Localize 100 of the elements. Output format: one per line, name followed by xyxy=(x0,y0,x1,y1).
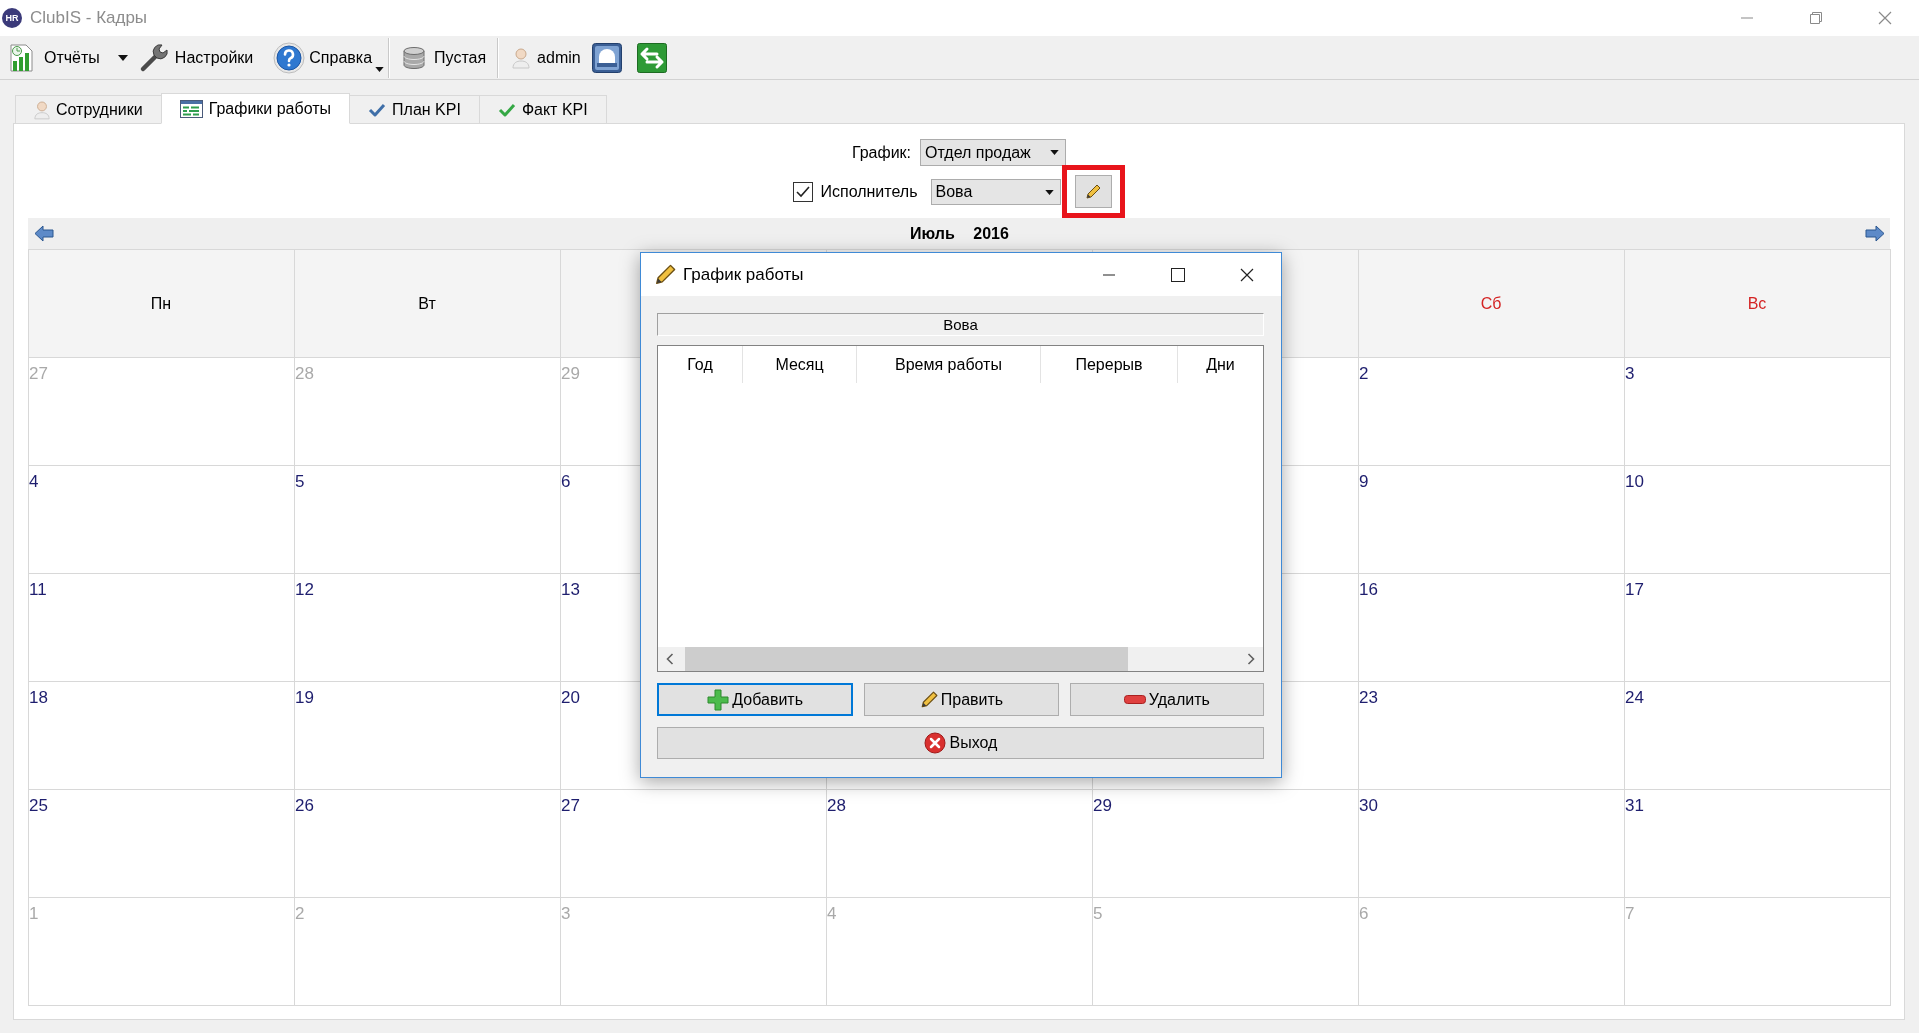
schedule-dropdown[interactable]: Отдел продаж xyxy=(920,139,1067,166)
pencil-icon xyxy=(1085,183,1101,200)
day-number: 3 xyxy=(561,904,571,924)
add-button[interactable]: Добавить xyxy=(657,683,854,716)
day-number: 7 xyxy=(1625,904,1635,924)
column-header[interactable]: Дни xyxy=(1178,346,1263,383)
exit-button[interactable] xyxy=(636,42,667,73)
dialog-title: График работы xyxy=(683,264,804,285)
day-number: 17 xyxy=(1625,580,1644,600)
weekday-label: Пн xyxy=(150,294,172,313)
day-number: 25 xyxy=(29,796,48,816)
close-icon xyxy=(1239,267,1254,282)
day-number: 2 xyxy=(295,904,305,924)
caret-icon xyxy=(1050,150,1060,155)
schedule-label: График: xyxy=(851,143,912,162)
restore-icon xyxy=(1809,12,1822,24)
column-header[interactable]: Перерыв xyxy=(1041,346,1178,383)
pencil-icon xyxy=(919,690,938,709)
app-logo: HR xyxy=(2,8,22,28)
user-name: admin xyxy=(537,48,581,67)
right-arrow-icon xyxy=(1865,225,1885,242)
day-number: 27 xyxy=(561,796,580,816)
checkbox[interactable] xyxy=(793,182,814,202)
settings-button[interactable]: Настройки xyxy=(138,38,254,77)
day-number: 16 xyxy=(1359,580,1378,600)
performer-label: Исполнитель xyxy=(820,183,918,201)
day-number: 29 xyxy=(561,364,580,384)
day-number: 10 xyxy=(1625,472,1644,492)
wrench-icon xyxy=(138,42,170,73)
day-number: 2 xyxy=(1359,364,1369,384)
swap-arrows-icon xyxy=(636,42,667,73)
edit-button[interactable] xyxy=(1074,175,1112,208)
next-month-button[interactable] xyxy=(1865,225,1885,242)
arch-icon xyxy=(591,42,622,73)
tab[interactable]: Факт KPI xyxy=(478,95,607,124)
database-button[interactable]: Пустая xyxy=(402,38,487,77)
check-icon xyxy=(368,102,387,117)
day-number: 24 xyxy=(1625,688,1644,708)
plus-icon xyxy=(707,688,730,711)
caret-icon xyxy=(1044,189,1054,195)
person-icon xyxy=(34,99,50,120)
month-title: Июль 2016 xyxy=(910,224,1009,243)
day-number: 29 xyxy=(1093,796,1112,816)
minimize-icon xyxy=(1102,273,1115,276)
tab[interactable]: Сотрудники xyxy=(15,95,162,124)
close-circle-icon xyxy=(923,732,946,754)
day-number: 5 xyxy=(1093,904,1103,924)
day-number: 23 xyxy=(1359,688,1378,708)
caret-icon xyxy=(117,54,128,61)
horizontal-scrollbar[interactable] xyxy=(658,647,1263,671)
day-number: 13 xyxy=(561,580,580,600)
day-number: 11 xyxy=(29,580,47,600)
bar-chart-icon xyxy=(9,43,35,72)
help-button[interactable]: Справка xyxy=(273,38,385,77)
scrollbar-thumb[interactable] xyxy=(685,647,1128,671)
minus-icon xyxy=(1123,695,1146,704)
day-number: 4 xyxy=(29,472,39,492)
column-header[interactable]: Время работы xyxy=(857,346,1041,383)
previous-month-button[interactable] xyxy=(34,225,54,242)
close-icon xyxy=(1877,11,1892,25)
column-header[interactable]: Месяц xyxy=(743,346,857,383)
edit-button[interactable]: Править xyxy=(864,683,1059,716)
day-number: 9 xyxy=(1359,472,1369,492)
day-number: 27 xyxy=(29,364,48,384)
day-number: 19 xyxy=(295,688,314,708)
day-number: 12 xyxy=(295,580,314,600)
reports-button[interactable]: Отчёты xyxy=(9,38,100,77)
day-number: 31 xyxy=(1625,796,1644,816)
day-number: 3 xyxy=(1625,364,1635,384)
column-header[interactable]: Год xyxy=(658,346,743,383)
user-icon xyxy=(512,46,531,69)
maximize-icon xyxy=(1170,267,1185,282)
chevron-right-icon xyxy=(1247,653,1255,665)
exit-button[interactable]: Выход xyxy=(657,727,1264,759)
pencil-icon xyxy=(654,263,676,286)
day-number: 6 xyxy=(561,472,571,492)
day-number: 4 xyxy=(827,904,837,924)
chevron-left-icon xyxy=(666,653,674,665)
caret-icon xyxy=(375,66,385,72)
weekday-label: Вт xyxy=(418,294,436,313)
day-number: 1 xyxy=(29,904,39,924)
check-icon xyxy=(497,102,516,117)
tab[interactable]: Графики работы xyxy=(160,93,351,124)
delete-button[interactable]: Удалить xyxy=(1069,683,1264,716)
day-number: 30 xyxy=(1359,796,1378,816)
weekday-label: Вс xyxy=(1747,294,1767,313)
lock-button[interactable] xyxy=(591,42,622,73)
schedule-icon xyxy=(179,99,203,118)
day-number: 28 xyxy=(827,796,846,816)
database-icon xyxy=(402,45,427,70)
day-number: 6 xyxy=(1359,904,1369,924)
help-icon xyxy=(273,41,306,74)
performer-dropdown[interactable]: Вова xyxy=(930,179,1061,205)
person-name-label: Вова xyxy=(657,313,1264,336)
day-number: 28 xyxy=(295,364,314,384)
day-number: 20 xyxy=(561,688,580,708)
left-arrow-icon xyxy=(34,225,54,242)
weekday-label: Сб xyxy=(1480,294,1502,313)
day-number: 18 xyxy=(29,688,48,708)
day-number: 5 xyxy=(295,472,305,492)
